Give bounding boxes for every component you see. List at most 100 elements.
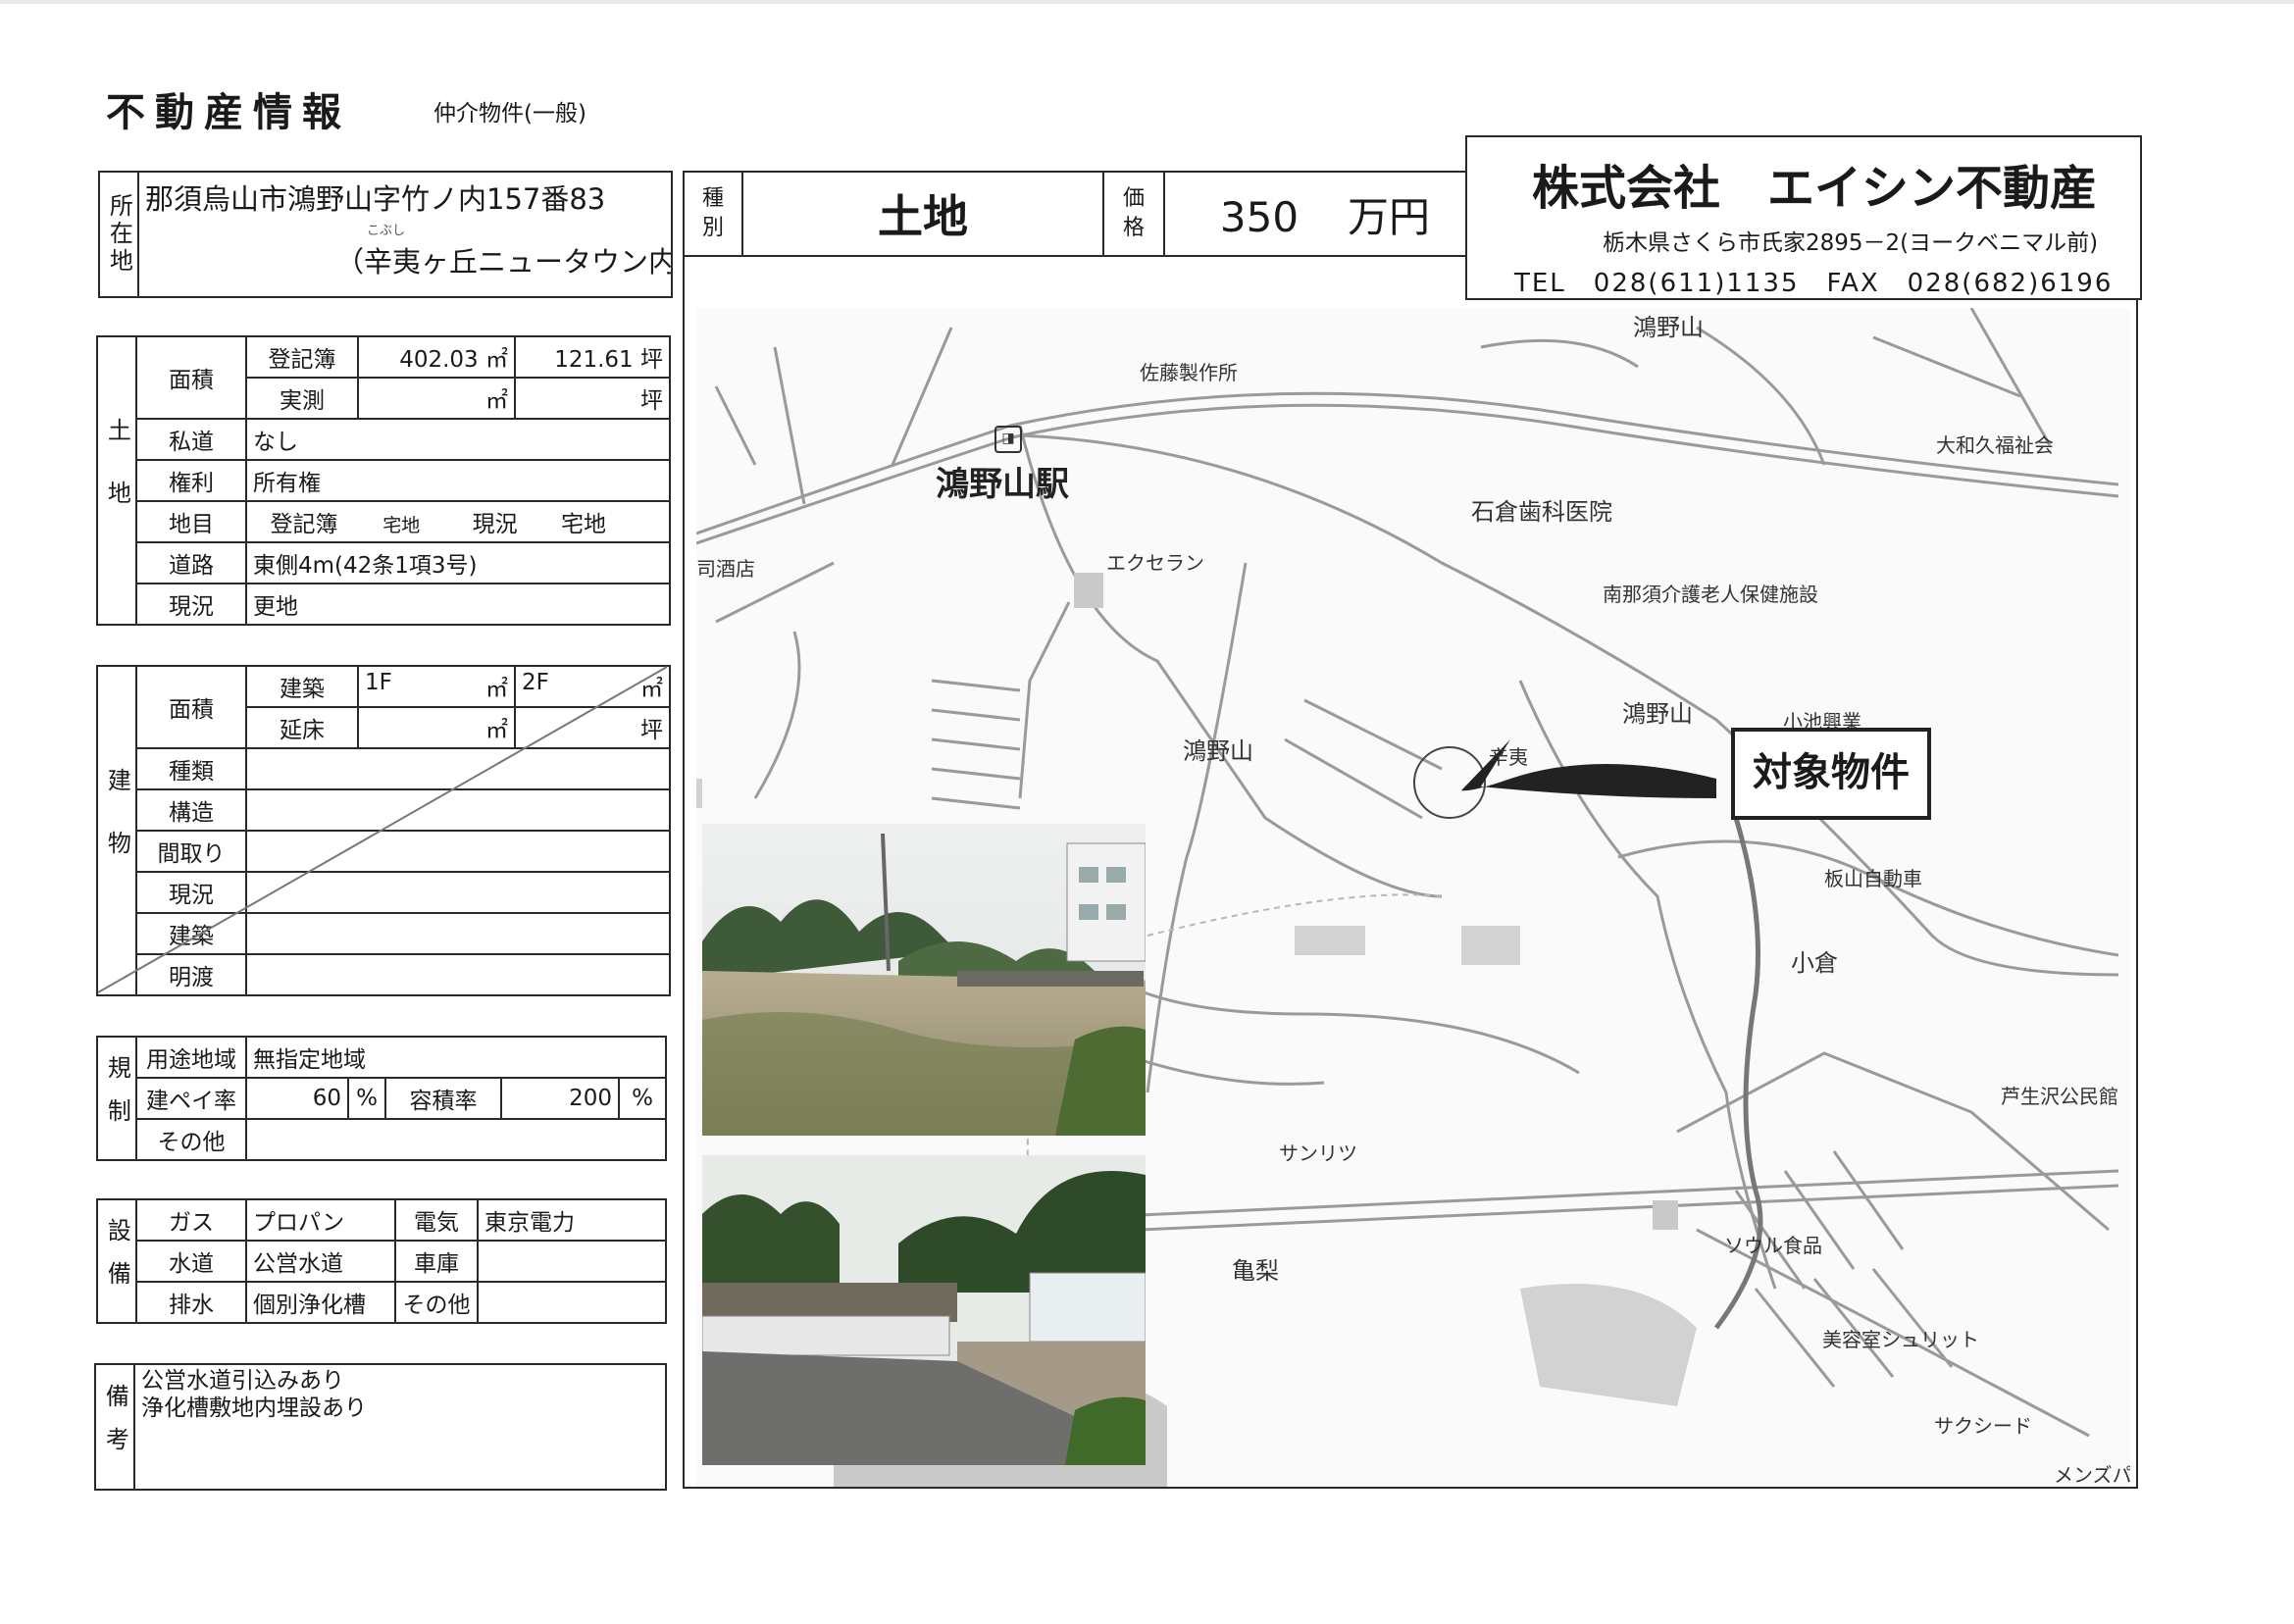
site-photo-2 — [702, 1155, 1146, 1465]
map-label: 板山自動車 — [1824, 867, 1922, 890]
building-floor2: 2F ㎡ — [514, 665, 671, 708]
building-table-wrap: 建物 面積 建築 1F ㎡ 2F ㎡ 延床 ㎡ 坪 種類 構造 間取り 現況 建築 … — [96, 665, 671, 996]
station-icon: ◨ — [994, 426, 1022, 453]
gas-label: ガス — [135, 1198, 247, 1242]
target-property-label: 対象物件 — [1731, 728, 1931, 820]
category-registry-label: 登記簿 — [270, 512, 338, 537]
land-registry-label: 登記簿 — [245, 335, 359, 379]
land-survey-label: 実測 — [245, 377, 359, 420]
electric-label: 電気 — [394, 1198, 479, 1242]
facilities-other-value — [477, 1281, 667, 1324]
page-title: 不動産情報 — [106, 90, 351, 135]
building-area-label: 面積 — [135, 665, 247, 749]
building-total-sqm: ㎡ — [357, 706, 516, 749]
land-category-value: 登記簿 宅地 現況 宅地 — [245, 500, 671, 543]
scan-edge — [0, 0, 2294, 4]
remarks-section-label: 備考 — [94, 1363, 135, 1491]
location-address: 那須烏山市鴻野山字竹ノ内157番83 — [145, 182, 606, 216]
land-status-value: 更地 — [245, 583, 671, 626]
regulation-other-value — [244, 1118, 668, 1161]
building-delivery-label: 明渡 — [135, 953, 247, 996]
remarks-line-2: 浄化槽敷地内埋設あり — [141, 1396, 367, 1421]
rights-label: 権利 — [135, 459, 247, 502]
company-phone: TEL 028(611)1135 FAX 028(682)6196 — [1514, 269, 2114, 298]
map-label: 芦生沢公民館 — [2001, 1085, 2118, 1108]
zoning-value: 無指定地域 — [244, 1036, 668, 1079]
company-name: 株式会社 エイシン不動産 — [1532, 161, 2098, 216]
water-value: 公営水道 — [245, 1240, 396, 1283]
remarks-table: 備考 公営水道引込みあり 浄化槽敷地内埋設あり — [94, 1363, 667, 1491]
map-station-label: 鴻野山駅 — [936, 465, 1069, 504]
water-label: 水道 — [135, 1240, 247, 1283]
land-status-label: 現況 — [135, 583, 247, 626]
site-photo-1 — [702, 824, 1146, 1136]
coverage-label: 建ペイ率 — [135, 1077, 247, 1120]
far-percent: % — [617, 1077, 668, 1120]
land-area-label: 面積 — [135, 335, 247, 420]
land-survey-tsubo: 坪 — [514, 377, 671, 420]
company-block: 株式会社 エイシン不動産 栃木県さくら市氏家2895－2(ヨークベニマル前) T… — [1465, 135, 2142, 300]
map-label: 鴻野山 — [1633, 314, 1704, 341]
map-label: 美容室シュリット — [1822, 1328, 1979, 1351]
zoning-label: 用途地域 — [135, 1036, 247, 1079]
garage-value — [477, 1240, 667, 1283]
map-label: エクセラン — [1106, 551, 1204, 575]
price-cell: 350 万円 — [1163, 171, 1469, 257]
category-current-label: 現況 — [472, 512, 518, 537]
category-current-value: 宅地 — [560, 512, 606, 537]
private-road-value: なし — [245, 418, 671, 461]
gas-value: プロパン — [245, 1198, 396, 1242]
facilities-section-label: 設備 — [96, 1198, 137, 1324]
map-label: 鴻野山 — [1622, 700, 1693, 728]
map-label: 小倉 — [1791, 949, 1838, 977]
map-label: メンズパ — [2054, 1463, 2130, 1487]
type-value: 土地 — [741, 171, 1104, 257]
page-subtitle: 仲介物件(一般) — [433, 101, 586, 127]
building-delivery-value — [245, 953, 671, 996]
land-category-label: 地目 — [135, 500, 247, 543]
map-label: 司酒店 — [696, 557, 755, 581]
road-label: 道路 — [135, 541, 247, 584]
map-label: 南那須介護老人保健施設 — [1603, 583, 1818, 606]
building-total-label: 延床 — [245, 706, 359, 749]
drain-value: 個別浄化槽 — [245, 1281, 396, 1324]
location-cell: 那須烏山市鴻野山字竹ノ内157番83 こぶし （辛夷ヶ丘ニュータウン内） — [137, 171, 673, 298]
building-built-value — [245, 912, 671, 955]
remarks-cell: 公営水道引込みあり 浄化槽敷地内埋設あり — [133, 1363, 667, 1491]
land-section-label: 土地 — [96, 335, 137, 626]
private-road-label: 私道 — [135, 418, 247, 461]
building-status-label: 現況 — [135, 871, 247, 914]
facilities-table: 設備 ガス プロパン 電気 東京電力 水道 公営水道 車庫 排水 個別浄化槽 そ… — [96, 1198, 667, 1324]
map-label: サンリツ — [1279, 1142, 1357, 1165]
coverage-value: 60 — [245, 1077, 349, 1120]
building-structure-value — [245, 788, 671, 832]
drain-label: 排水 — [135, 1281, 247, 1324]
building-build-label: 建築 — [245, 665, 359, 708]
building-layout-label: 間取り — [135, 830, 247, 873]
map-label: 亀梨 — [1232, 1257, 1279, 1285]
location-label: 所在地 — [98, 171, 139, 298]
regulation-section-label: 規制 — [96, 1036, 137, 1161]
summary-table: 種別 土地 価格 350 万円 — [683, 171, 1469, 257]
location-area-name: （辛夷ヶ丘ニュータウン内） — [335, 245, 672, 279]
coverage-percent: % — [347, 1077, 386, 1120]
location-table: 所在地 那須烏山市鴻野山字竹ノ内157番83 こぶし （辛夷ヶ丘ニュータウン内） — [98, 171, 673, 298]
type-label: 種別 — [683, 171, 743, 257]
map-label: 石倉歯科医院 — [1471, 498, 1612, 526]
price-unit: 万円 — [1348, 192, 1431, 241]
map-label: サクシード — [1934, 1414, 2032, 1438]
building-section-label: 建物 — [96, 665, 137, 996]
map-label: 佐藤製作所 — [1140, 361, 1238, 384]
map-label: ソウル食品 — [1724, 1234, 1822, 1257]
company-address: 栃木県さくら市氏家2895－2(ヨークベニマル前) — [1603, 230, 2099, 256]
building-layout-value — [245, 830, 671, 873]
location-ruby: こぶし — [367, 224, 406, 238]
facilities-other-label: その他 — [394, 1281, 479, 1324]
price-value: 350 — [1219, 192, 1300, 241]
land-registry-tsubo: 121.61 坪 — [514, 335, 671, 379]
remarks-line-1: 公営水道引込みあり — [141, 1368, 344, 1394]
land-survey-sqm: ㎡ — [357, 377, 516, 420]
building-status-value — [245, 871, 671, 914]
map-label: 鴻野山 — [1183, 737, 1253, 765]
building-table: 建物 面積 建築 1F ㎡ 2F ㎡ 延床 ㎡ 坪 種類 構造 間取り 現況 建築 … — [96, 665, 671, 996]
